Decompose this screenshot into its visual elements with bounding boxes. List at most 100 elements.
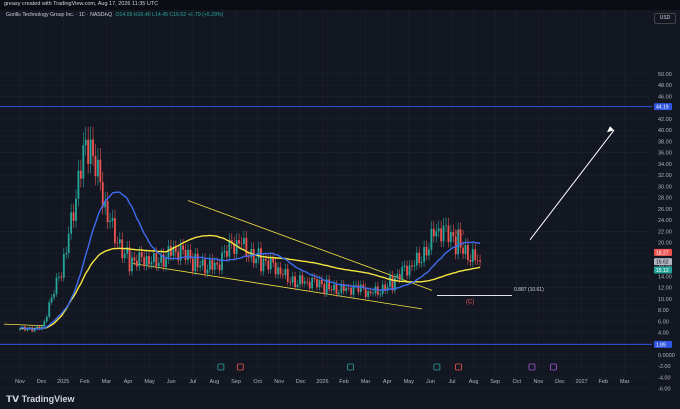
time-tick-label: Sep [490,379,500,385]
earnings-marker-icon[interactable] [347,363,354,371]
annotations: (B) (C) 0.887 (10.61) [456,230,544,305]
candle-body [99,159,102,183]
price-tick-label: 24.00 [658,218,672,224]
candle-body [437,228,440,232]
time-tick-label: Mar [102,379,112,385]
earnings-marker-icon[interactable] [455,363,462,371]
candle-body [294,276,296,288]
candle-body [316,278,318,288]
candle-body [228,240,231,257]
wedge-lower-line[interactable] [131,262,423,310]
price-tick-label: 28.00 [658,196,672,202]
price-tick-label: 12.00 [658,286,672,292]
price-tick-label: 14.00 [658,274,672,280]
candle-body [45,316,48,322]
candle-body [92,139,94,157]
candle-body [435,231,438,237]
candle-body [440,228,443,242]
candle-body [418,252,421,264]
time-tick-label: Nov [15,379,25,385]
time-axis[interactable]: Nov Dec 2025 Feb Mar Apr May Jun Jul Aug Sep Oct Nov… [15,379,630,385]
candle-body [82,145,85,179]
fib-level-label: 0.887 (10.61) [514,287,544,293]
candle-body [53,293,55,298]
candle-body [199,265,202,268]
candle-body [70,212,73,234]
candle-body [467,244,469,260]
price-tag-support[interactable]: 1.89 [654,340,672,349]
candle-body [123,253,126,259]
time-tick-label: Dec [296,379,306,385]
candle-body [155,253,158,267]
horizontal-lines[interactable] [0,106,652,345]
candle-body [221,252,223,271]
moving-average-blue [19,191,481,330]
top-credit-bar: greasy created with TradingView.com, Aug… [0,0,680,10]
price-tick-label: -4.00 [658,375,671,381]
price-tag-last-red[interactable]: 18.27 [654,248,672,257]
candle-body [449,231,452,243]
tradingview-logo[interactable]: 𝗧𝗩 TradingView [6,394,74,405]
candle-body [442,225,445,242]
candle-body [303,281,306,284]
candle-body [255,258,258,264]
candle-body [196,253,199,268]
candle-body [96,159,99,177]
price-tick-label: -2.00 [658,364,671,370]
time-tick-label: May [404,379,415,385]
candle-body [415,252,418,266]
candle-body [262,258,265,272]
price-tick-label: 10.00 [658,297,672,303]
time-tick-label: Nov [534,379,544,385]
earnings-marker-icon[interactable] [550,363,557,371]
price-tag-last-green[interactable]: 15.13 [654,266,672,274]
candle-body [425,246,428,256]
candle-body [320,280,323,285]
candle-body [357,284,360,293]
projection-arrow[interactable] [529,129,615,241]
wave-c-label: (C) [466,299,474,305]
price-chart[interactable]: (B) (C) 0.887 (10.61) 50.00 48.00 46.00 42.00… [0,10,680,391]
time-tick-label: 2026 [316,379,328,385]
candle-body [247,257,250,258]
candle-body [311,277,314,289]
price-tick-label: 6.00 [658,319,669,325]
candle-body [204,259,206,274]
candle-body [238,240,240,244]
candle-body [423,246,425,262]
time-tick-label: Dec [37,379,47,385]
candle-body [182,245,184,250]
earnings-marker-icon[interactable] [433,363,441,371]
candle-body [355,284,357,286]
time-tick-label: Oct [253,379,262,385]
left-support-line[interactable] [3,323,46,327]
candle-body [445,225,447,227]
time-tick-label: Feb [80,379,89,385]
earnings-marker-icon[interactable] [528,363,536,371]
earnings-marker-icon[interactable] [236,363,244,371]
price-tick-label: 30.00 [658,184,672,190]
candle-body [65,252,68,255]
candle-body [148,256,150,265]
price-tag-value: 16.62 [656,260,669,266]
candle-body [291,276,294,283]
candle-body [58,276,60,278]
candle-body [245,237,248,258]
candles [19,126,481,333]
candle-body [264,258,267,261]
candle-body [269,258,272,270]
candle-body [116,243,119,244]
candle-body [206,269,209,274]
price-tag-last-gray[interactable]: 16.62 [654,258,672,266]
price-axis[interactable]: 50.00 48.00 46.00 42.00 40.00 38.00 36.00 34.00… [654,72,675,391]
candle-body [479,260,481,262]
wave-b-label: (B) [456,230,464,236]
candle-body [284,268,287,276]
earnings-marker-icon[interactable] [217,363,225,371]
time-tick-label: Oct [513,379,522,385]
candle-body [408,265,411,276]
candle-body [187,249,189,261]
candle-body [313,277,316,279]
price-tag-resistance[interactable]: 44.19 [654,103,672,111]
candle-body [428,249,430,256]
